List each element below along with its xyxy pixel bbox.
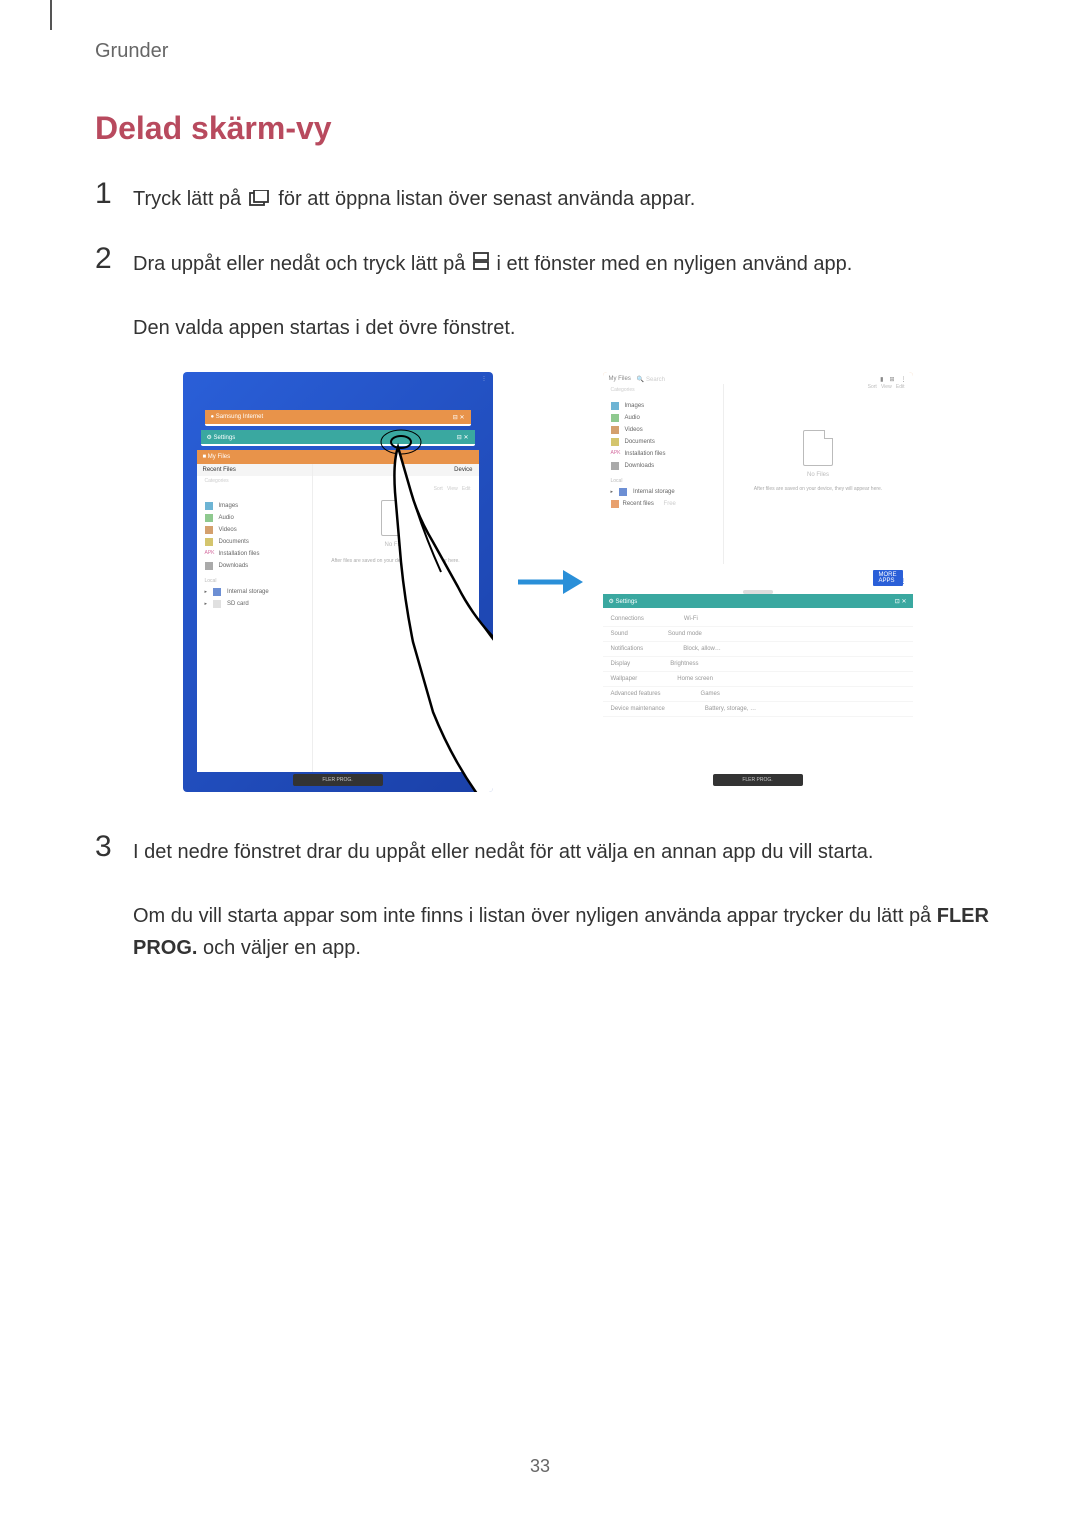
rt-no-files-sub: After files are saved on your device, th…	[730, 486, 907, 492]
section-title: Delad skärm-vy	[95, 110, 1000, 147]
grid-icon: ⊞	[889, 376, 894, 383]
rt-cat-videos: Videos	[625, 427, 643, 433]
card-1: ● Samsung Internet ⊟ ✕	[205, 410, 471, 426]
more-icon: ⋮	[901, 376, 907, 383]
sd-card: SD card	[227, 601, 249, 607]
right-pane: No Files After files are saved on your d…	[312, 464, 479, 772]
card-3-title: My Files	[208, 454, 230, 460]
status-indicators: ⋮	[482, 376, 487, 382]
recent-apps-icon	[249, 184, 271, 216]
search-label: Search	[646, 377, 665, 383]
card-3-header: ■ My Files	[197, 450, 479, 464]
card-2-header: ⚙ Settings ⊟ ✕	[201, 430, 475, 444]
more-apps-btn: MORE APPS	[873, 570, 903, 586]
step-3-line2: Om du vill starta appar som inte finns i…	[133, 905, 937, 927]
card-2-title: Settings	[214, 435, 236, 441]
step-3-line2-post: och väljer en app.	[203, 937, 361, 959]
step-3-number: 3	[95, 832, 133, 862]
arrow-icon	[513, 562, 583, 602]
header-section: Grunder	[95, 40, 168, 63]
app-name: My Files	[609, 376, 631, 382]
step-2: 2 Dra uppåt eller nedåt och tryck lätt p…	[95, 244, 1000, 345]
rt-no-files-text: No Files	[730, 472, 907, 478]
right-tablet: My Files 🔍 Search ▮ ⊞ ⋮ Recent Files Dev…	[603, 372, 913, 792]
rt-cat-audio: Audio	[625, 415, 640, 421]
split-handle	[743, 590, 773, 594]
rt-internal: Internal storage	[633, 489, 675, 495]
no-files-icon	[381, 500, 411, 536]
cat-videos: Videos	[219, 527, 237, 533]
step-1-post: för att öppna listan över senast använda…	[278, 188, 695, 210]
step-1-text: Tryck lätt på för att öppna listan över …	[133, 179, 695, 216]
settings-list: ConnectionsWi-Fi SoundSound mode Notific…	[603, 608, 913, 721]
step-1-pre: Tryck lätt på	[133, 188, 247, 210]
rb-header: ⚙ Settings ⊡ ✕	[603, 594, 913, 608]
rt-right-pane: No Files After files are saved on your d…	[723, 384, 913, 564]
cat-images: Images	[219, 503, 239, 509]
cat-audio: Audio	[219, 515, 234, 521]
rt-cat-downloads: Downloads	[625, 463, 655, 469]
card-1-title: Samsung Internet	[216, 414, 263, 420]
rb-bottom-bar: FLER PROG.	[713, 774, 803, 786]
right-bottom-pane: ⚙ Settings ⊡ ✕ ConnectionsWi-Fi SoundSou…	[603, 594, 913, 792]
step-3: 3 I det nedre fönstret drar du uppåt ell…	[95, 832, 1000, 964]
step-3-line1: I det nedre fönstret drar du uppåt eller…	[133, 841, 873, 863]
rb-actions: ⊡ ✕	[895, 598, 907, 605]
card-3: ■ My Files Recent Files Device Categorie…	[197, 450, 479, 772]
step-2-text: Dra uppåt eller nedåt och tryck lätt på …	[133, 244, 852, 345]
no-files-text: No Files	[319, 542, 473, 548]
left-tablet: ⋮ ● Samsung Internet ⊟ ✕ ⚙ Settings ⊟ ✕ …	[183, 372, 493, 792]
cat-documents: Documents	[219, 539, 249, 545]
step-2-number: 2	[95, 244, 133, 274]
rt-cat-documents: Documents	[625, 439, 655, 445]
step-2-line2: Den valda appen startas i det övre fönst…	[133, 317, 515, 339]
step-2-line1-post: i ett fönster med en nyligen använd app.	[497, 253, 853, 275]
card-2: ⚙ Settings ⊟ ✕	[201, 430, 475, 446]
step-1-number: 1	[95, 179, 133, 209]
figure: ⋮ ● Samsung Internet ⊟ ✕ ⚙ Settings ⊟ ✕ …	[95, 372, 1000, 792]
card-1-header: ● Samsung Internet ⊟ ✕	[205, 410, 471, 424]
step-2-line1-pre: Dra uppåt eller nedåt och tryck lätt på	[133, 253, 471, 275]
rb-bottom-label: FLER PROG.	[742, 777, 772, 783]
storage-icon: ▮	[880, 376, 883, 383]
cat-apk: Installation files	[219, 551, 260, 557]
recent-files-label: Recent Files	[203, 467, 236, 473]
cat-downloads: Downloads	[219, 563, 249, 569]
no-files-sub: After files are saved on your device, th…	[319, 558, 473, 564]
rt-no-files-icon	[803, 430, 833, 466]
more-apps-row: MORE APPS ⋮	[897, 570, 907, 588]
rt-recent-free: Recent files	[623, 501, 654, 507]
step-3-text: I det nedre fönstret drar du uppåt eller…	[133, 832, 1000, 964]
card-2-actions: ⊟ ✕	[457, 434, 469, 441]
right-top-pane: My Files 🔍 Search ▮ ⊞ ⋮ Recent Files Dev…	[603, 372, 913, 590]
rb-title: Settings	[616, 599, 638, 605]
rt-cat-images: Images	[625, 403, 645, 409]
rt-cat-apk: Installation files	[625, 451, 666, 457]
internal-storage: Internal storage	[227, 589, 269, 595]
left-bottom-bar: FLER PROG.	[293, 774, 383, 786]
left-bottom-label: FLER PROG.	[322, 777, 352, 783]
split-screen-icon	[473, 248, 489, 280]
page-edge-mark	[50, 0, 52, 30]
step-1: 1 Tryck lätt på för att öppna listan öve…	[95, 179, 1000, 216]
page-number: 33	[530, 1456, 550, 1477]
card-1-actions: ⊟ ✕	[453, 414, 465, 421]
